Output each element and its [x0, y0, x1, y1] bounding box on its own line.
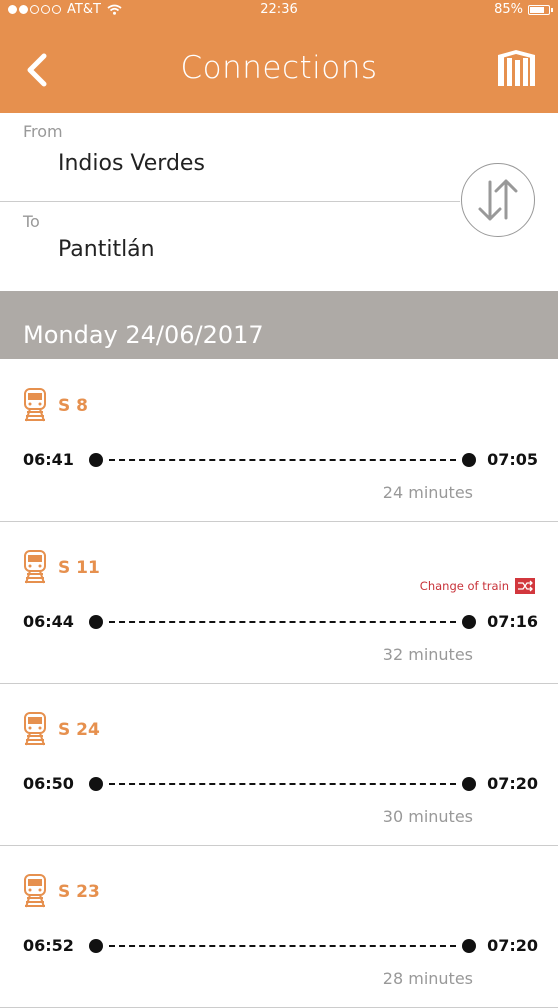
line-label: S 24 — [58, 720, 100, 740]
from-station-field[interactable]: Indios Verdes — [58, 151, 205, 176]
to-station-field[interactable]: Pantitlán — [58, 237, 155, 262]
route-track — [89, 776, 476, 792]
train-icon — [24, 712, 46, 746]
timeline: 06:41 07:05 — [23, 450, 538, 474]
arrival-time: 07:20 — [487, 774, 538, 793]
change-label: Change of train — [419, 579, 509, 593]
page-title: Connections — [180, 50, 378, 86]
departure-time: 06:44 — [23, 612, 74, 631]
line-label: S 11 — [58, 558, 100, 578]
to-label: To — [23, 212, 40, 231]
timeline: 06:44 07:16 — [23, 612, 538, 636]
arrival-time: 07:20 — [487, 936, 538, 955]
destination-dot — [462, 939, 476, 953]
battery-percent: 85% — [494, 2, 523, 17]
route-track — [89, 938, 476, 954]
route-divider — [0, 201, 460, 202]
battery-icon — [528, 4, 553, 15]
status-bar: AT&T 22:36 85% — [0, 0, 558, 22]
route-line — [109, 945, 456, 947]
destination-dot — [462, 777, 476, 791]
train-icon — [24, 388, 46, 422]
date-header: Monday 24/06/2017 — [0, 291, 558, 359]
timeline: 06:52 07:20 — [23, 936, 538, 960]
route-line — [109, 621, 456, 623]
clock: 22:36 — [260, 2, 298, 17]
line-label: S 23 — [58, 882, 100, 902]
connection-item[interactable]: S 23 06:52 07:20 28 minutes — [0, 846, 558, 1008]
change-of-train-badge: Change of train — [420, 578, 535, 594]
route-line — [109, 783, 456, 785]
origin-dot — [89, 615, 103, 629]
line-label: S 8 — [58, 396, 88, 416]
swap-stations-button[interactable] — [461, 163, 535, 237]
from-label: From — [23, 122, 63, 141]
shuffle-icon — [515, 578, 535, 594]
connection-item[interactable]: S 24 06:50 07:20 30 minutes — [0, 684, 558, 846]
origin-dot — [89, 939, 103, 953]
duration: 28 minutes — [382, 969, 473, 988]
destination-dot — [462, 615, 476, 629]
departure-time: 06:52 — [23, 936, 74, 955]
departure-time: 06:50 — [23, 774, 74, 793]
metro-logo-icon — [498, 50, 535, 86]
timeline: 06:50 07:20 — [23, 774, 538, 798]
connection-item[interactable]: S 8 06:41 07:05 24 minutes — [0, 360, 558, 522]
origin-dot — [89, 453, 103, 467]
train-icon — [24, 550, 46, 584]
duration: 24 minutes — [382, 483, 473, 502]
departure-time: 06:41 — [23, 450, 74, 469]
duration: 32 minutes — [382, 645, 473, 664]
destination-dot — [462, 453, 476, 467]
route-track — [89, 452, 476, 468]
train-icon — [24, 874, 46, 908]
route-panel: From Indios Verdes To Pantitlán — [0, 113, 558, 291]
arrival-time: 07:05 — [487, 450, 538, 469]
connection-item[interactable]: S 11 06:44 07:16 32 minutes Change of tr… — [0, 522, 558, 684]
swap-arrows-icon — [478, 179, 518, 221]
arrival-time: 07:16 — [487, 612, 538, 631]
duration: 30 minutes — [382, 807, 473, 826]
app-header: AT&T 22:36 85% Connections — [0, 0, 558, 113]
route-track — [89, 614, 476, 630]
date-label: Monday 24/06/2017 — [23, 321, 264, 349]
route-line — [109, 459, 456, 461]
origin-dot — [89, 777, 103, 791]
